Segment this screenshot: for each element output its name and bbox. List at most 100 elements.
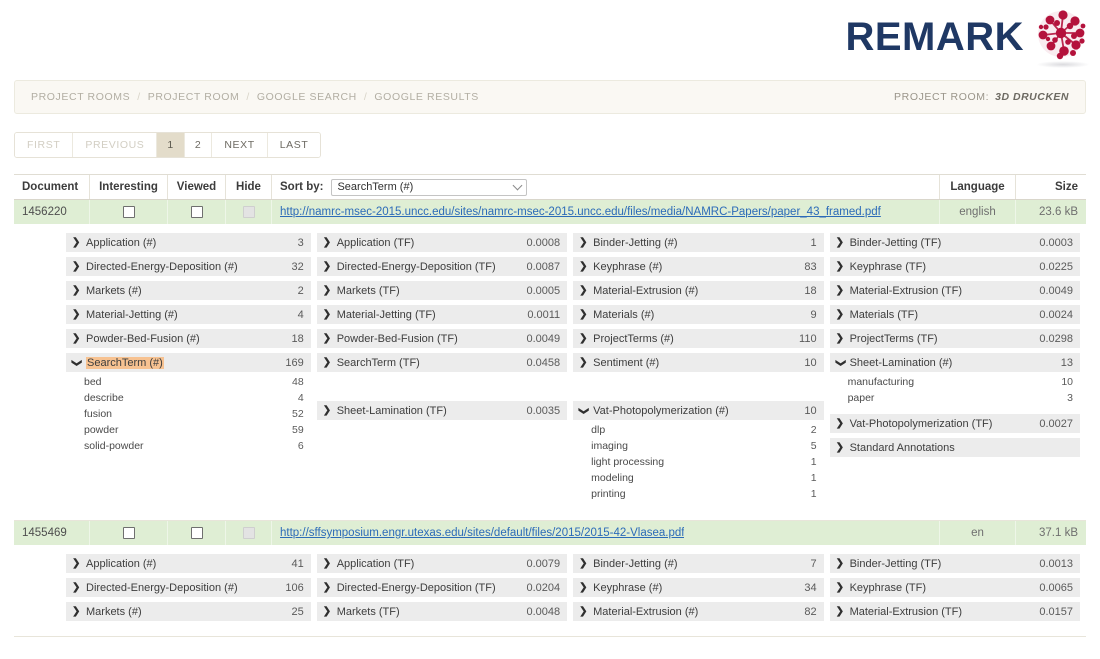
annotation-child-row[interactable]: modeling1 <box>579 470 816 486</box>
viewed-checkbox[interactable] <box>191 206 203 218</box>
annotation-child-row[interactable]: paper3 <box>836 390 1073 406</box>
annotation-row[interactable]: ❯Materials (TF)0.0024 <box>830 305 1080 324</box>
pagination-page-2[interactable]: 2 <box>185 133 212 157</box>
interesting-checkbox[interactable] <box>123 527 135 539</box>
annotation-row[interactable]: ❯Standard Annotations <box>830 438 1080 457</box>
chevron-collapsed-icon[interactable]: ❯ <box>836 286 847 296</box>
cell-viewed[interactable] <box>168 200 226 224</box>
annotation-row[interactable]: ❯Vat-Photopolymerization (#)10 <box>573 401 823 420</box>
annotation-row[interactable]: ❯Directed-Energy-Deposition (TF)0.0087 <box>317 257 567 276</box>
header-size[interactable]: Size <box>1016 175 1086 199</box>
chevron-collapsed-icon[interactable]: ❯ <box>836 419 847 429</box>
chevron-collapsed-icon[interactable]: ❯ <box>579 310 590 320</box>
chevron-collapsed-icon[interactable]: ❯ <box>72 334 83 344</box>
chevron-collapsed-icon[interactable]: ❯ <box>579 583 590 593</box>
pagination-page-1[interactable]: 1 <box>157 133 184 157</box>
annotation-row[interactable]: ❯Powder-Bed-Fusion (TF)0.0049 <box>317 329 567 348</box>
table-row[interactable]: 1456220http://namrc-msec-2015.uncc.edu/s… <box>14 200 1086 225</box>
chevron-collapsed-icon[interactable]: ❯ <box>579 262 590 272</box>
breadcrumb-item-project-room[interactable]: PROJECT ROOM <box>148 91 240 103</box>
chevron-collapsed-icon[interactable]: ❯ <box>836 238 847 248</box>
annotation-child-row[interactable]: bed48 <box>72 374 304 390</box>
annotation-row[interactable]: ❯Directed-Energy-Deposition (#)106 <box>66 578 311 597</box>
annotation-row[interactable]: ❯Vat-Photopolymerization (TF)0.0027 <box>830 414 1080 433</box>
annotation-child-row[interactable]: manufacturing10 <box>836 374 1073 390</box>
header-document[interactable]: Document <box>14 175 90 199</box>
annotation-row[interactable]: ❯Keyphrase (#)34 <box>573 578 823 597</box>
chevron-collapsed-icon[interactable]: ❯ <box>836 443 847 453</box>
annotation-row[interactable]: ❯Application (#)41 <box>66 554 311 573</box>
annotation-row[interactable]: ❯Application (TF)0.0008 <box>317 233 567 252</box>
breadcrumb-item-project-rooms[interactable]: PROJECT ROOMS <box>31 91 130 103</box>
header-language[interactable]: Language <box>940 175 1016 199</box>
annotation-child-row[interactable]: printing1 <box>579 486 816 502</box>
chevron-collapsed-icon[interactable]: ❯ <box>579 358 590 368</box>
chevron-expanded-icon[interactable]: ❯ <box>72 358 83 368</box>
annotation-row[interactable]: ❯Material-Extrusion (#)82 <box>573 602 823 621</box>
chevron-collapsed-icon[interactable]: ❯ <box>836 583 847 593</box>
breadcrumb-item-google-results[interactable]: GOOGLE RESULTS <box>374 91 478 103</box>
annotation-row[interactable]: ❯Markets (#)2 <box>66 281 311 300</box>
annotation-row[interactable]: ❯ProjectTerms (#)110 <box>573 329 823 348</box>
annotation-row[interactable]: ❯Directed-Energy-Deposition (#)32 <box>66 257 311 276</box>
annotation-row[interactable]: ❯Keyphrase (TF)0.0065 <box>830 578 1080 597</box>
pagination-first[interactable]: FIRST <box>15 133 73 157</box>
chevron-collapsed-icon[interactable]: ❯ <box>836 607 847 617</box>
cell-viewed[interactable] <box>168 521 226 545</box>
annotation-row[interactable]: ❯Directed-Energy-Deposition (TF)0.0204 <box>317 578 567 597</box>
chevron-collapsed-icon[interactable]: ❯ <box>72 559 83 569</box>
annotation-row[interactable]: ❯Material-Jetting (TF)0.0011 <box>317 305 567 324</box>
annotation-row[interactable]: ❯Binder-Jetting (TF)0.0003 <box>830 233 1080 252</box>
annotation-row[interactable]: ❯Markets (#)25 <box>66 602 311 621</box>
chevron-collapsed-icon[interactable]: ❯ <box>72 238 83 248</box>
header-interesting[interactable]: Interesting <box>90 175 168 199</box>
annotation-row[interactable]: ❯SearchTerm (#)169 <box>66 353 311 372</box>
chevron-collapsed-icon[interactable]: ❯ <box>323 262 334 272</box>
chevron-collapsed-icon[interactable]: ❯ <box>323 583 334 593</box>
annotation-row[interactable]: ❯Material-Extrusion (#)18 <box>573 281 823 300</box>
chevron-collapsed-icon[interactable]: ❯ <box>323 334 334 344</box>
chevron-collapsed-icon[interactable]: ❯ <box>323 286 334 296</box>
chevron-collapsed-icon[interactable]: ❯ <box>323 310 334 320</box>
table-row[interactable]: 1455469http://sffsymposium.engr.utexas.e… <box>14 521 1086 546</box>
cell-interesting[interactable] <box>90 521 168 545</box>
chevron-collapsed-icon[interactable]: ❯ <box>836 262 847 272</box>
annotation-child-row[interactable]: imaging5 <box>579 438 816 454</box>
viewed-checkbox[interactable] <box>191 527 203 539</box>
annotation-row[interactable]: ❯Sheet-Lamination (TF)0.0035 <box>317 401 567 420</box>
annotation-row[interactable]: ❯Material-Jetting (#)4 <box>66 305 311 324</box>
chevron-collapsed-icon[interactable]: ❯ <box>72 583 83 593</box>
annotation-row[interactable]: ❯Sheet-Lamination (#)13 <box>830 353 1080 372</box>
chevron-collapsed-icon[interactable]: ❯ <box>72 286 83 296</box>
chevron-collapsed-icon[interactable]: ❯ <box>72 607 83 617</box>
chevron-collapsed-icon[interactable]: ❯ <box>836 310 847 320</box>
interesting-checkbox[interactable] <box>123 206 135 218</box>
annotation-child-row[interactable]: light processing1 <box>579 454 816 470</box>
chevron-collapsed-icon[interactable]: ❯ <box>836 559 847 569</box>
annotation-row[interactable]: ❯Binder-Jetting (#)7 <box>573 554 823 573</box>
chevron-collapsed-icon[interactable]: ❯ <box>579 559 590 569</box>
chevron-expanded-icon[interactable]: ❯ <box>836 358 847 368</box>
document-link[interactable]: http://namrc-msec-2015.uncc.edu/sites/na… <box>280 206 881 218</box>
chevron-collapsed-icon[interactable]: ❯ <box>836 334 847 344</box>
header-viewed[interactable]: Viewed <box>168 175 226 199</box>
chevron-collapsed-icon[interactable]: ❯ <box>323 358 334 368</box>
chevron-collapsed-icon[interactable]: ❯ <box>72 310 83 320</box>
pagination-last[interactable]: LAST <box>268 133 321 157</box>
annotation-child-row[interactable]: dlp2 <box>579 422 816 438</box>
annotation-row[interactable]: ❯Material-Extrusion (TF)0.0157 <box>830 602 1080 621</box>
cell-interesting[interactable] <box>90 200 168 224</box>
chevron-collapsed-icon[interactable]: ❯ <box>579 607 590 617</box>
annotation-row[interactable]: ❯Application (TF)0.0079 <box>317 554 567 573</box>
pagination-previous[interactable]: PREVIOUS <box>73 133 157 157</box>
annotation-row[interactable]: ❯Markets (TF)0.0048 <box>317 602 567 621</box>
annotation-row[interactable]: ❯Keyphrase (TF)0.0225 <box>830 257 1080 276</box>
annotation-row[interactable]: ❯Material-Extrusion (TF)0.0049 <box>830 281 1080 300</box>
annotation-row[interactable]: ❯Binder-Jetting (#)1 <box>573 233 823 252</box>
pagination-next[interactable]: NEXT <box>212 133 267 157</box>
brand-logo[interactable]: REMARK <box>845 6 1092 68</box>
annotation-row[interactable]: ❯Application (#)3 <box>66 233 311 252</box>
chevron-collapsed-icon[interactable]: ❯ <box>323 607 334 617</box>
annotation-row[interactable]: ❯Sentiment (#)10 <box>573 353 823 372</box>
chevron-collapsed-icon[interactable]: ❯ <box>579 286 590 296</box>
